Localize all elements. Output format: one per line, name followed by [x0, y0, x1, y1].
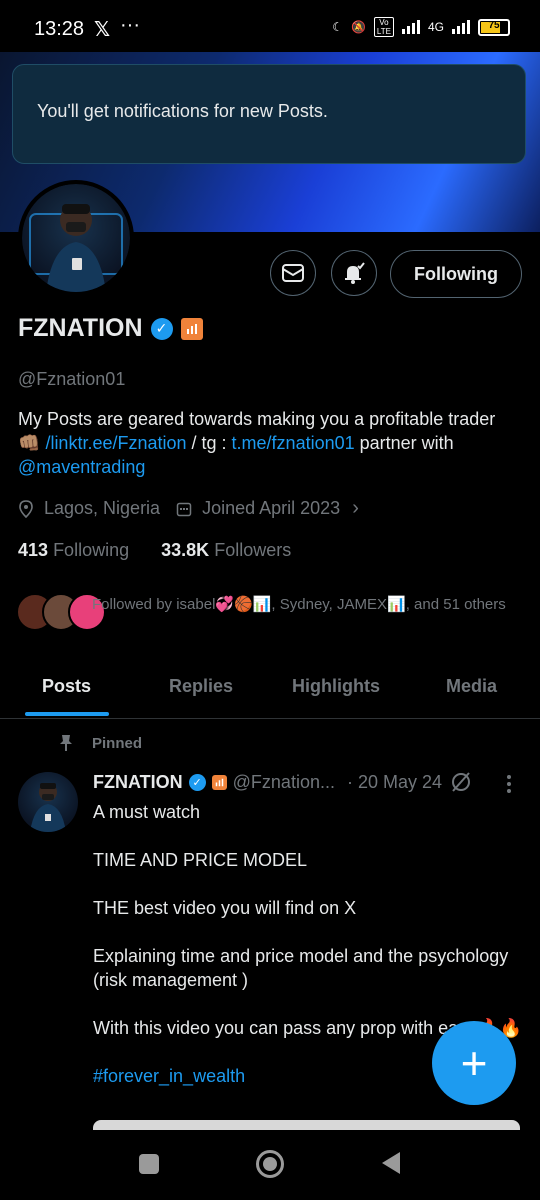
grok-icon[interactable]: [449, 770, 473, 794]
avatar-illustration: [29, 204, 123, 292]
tab-highlights[interactable]: Highlights: [292, 676, 380, 697]
profile-name: FZNATION: [18, 314, 143, 342]
recents-button[interactable]: [139, 1154, 159, 1174]
status-icons: ☾ 🔕 Vo LTE 4G 75: [332, 17, 510, 37]
profile-tabs: Posts Replies Highlights Media: [0, 664, 540, 719]
notification-toast: You'll get notifications for new Posts.: [12, 64, 526, 164]
more-options-icon[interactable]: [506, 774, 512, 794]
notifications-button[interactable]: [331, 250, 377, 296]
toast-message: You'll get notifications for new Posts.: [37, 101, 328, 121]
battery-level: 75: [488, 19, 500, 31]
signal-icon-2: [452, 20, 470, 34]
pinned-label-row: Pinned: [58, 734, 142, 752]
compose-post-button[interactable]: +: [432, 1021, 516, 1105]
more-notifications-icon: ···: [120, 14, 140, 36]
followers-count-link[interactable]: 33.8K Followers: [161, 540, 291, 560]
moon-icon: ☾: [332, 20, 343, 34]
plus-icon: +: [460, 1037, 488, 1089]
calendar-icon: [176, 502, 192, 516]
post-line: A must watch: [93, 802, 201, 822]
post-date: · 20 May 24: [346, 772, 443, 792]
status-time: 13:28: [34, 18, 85, 40]
active-tab-indicator: [25, 712, 109, 716]
post-media-thumbnail[interactable]: [93, 1120, 520, 1130]
profile-name-row: FZNATION ✓: [18, 314, 203, 343]
follow-counts: 413 Following 33.8K Followers: [18, 540, 291, 561]
followers-count: 33.8K: [161, 540, 210, 560]
affiliate-badge-icon[interactable]: [180, 317, 203, 340]
bio-link-linktree[interactable]: /linktr.ee/Fznation: [45, 433, 186, 453]
tab-posts[interactable]: Posts: [42, 676, 91, 697]
pinned-label: Pinned: [92, 734, 143, 752]
profile-location: Lagos, Nigeria: [44, 498, 161, 518]
post-line: TIME AND PRICE MODEL: [93, 850, 308, 870]
home-button[interactable]: [256, 1150, 284, 1178]
x-logo-icon: 𝕏: [94, 19, 111, 41]
following-count-link[interactable]: 413 Following: [18, 540, 129, 560]
bio-text: My Posts are geared towards making you a…: [18, 409, 496, 429]
battery-icon: 75: [478, 18, 510, 36]
system-nav-bar: [0, 1130, 540, 1200]
location-pin-icon: [19, 499, 33, 518]
tab-media[interactable]: Media: [446, 676, 497, 697]
followed-by-avatars[interactable]: [16, 593, 106, 631]
followed-by-text[interactable]: Followed by isabel💞🏀📊, Sydney, JAMEX📊, a…: [92, 594, 512, 616]
following-button[interactable]: Following: [390, 250, 522, 298]
profile-avatar[interactable]: [18, 180, 134, 296]
tab-replies[interactable]: Replies: [169, 676, 233, 697]
chevron-right-icon[interactable]: ›: [352, 497, 359, 520]
post-line: Explaining time and price model and the …: [93, 946, 509, 990]
bio-link-telegram[interactable]: t.me/fznation01: [232, 433, 355, 453]
mute-icon: 🔕: [350, 20, 366, 34]
post-author-handle: @Fznation...: [232, 772, 335, 792]
following-count: 413: [18, 540, 49, 560]
profile-bio: My Posts are geared towards making you a…: [18, 407, 518, 479]
post-author-avatar[interactable]: [18, 772, 78, 832]
post-line: THE best video you will find on X: [93, 898, 357, 918]
affiliate-badge-icon: [211, 775, 227, 790]
post-header: FZNATION ✓ @Fznation... · 20 May 24: [93, 772, 442, 793]
bio-separator: / tg :: [186, 433, 232, 453]
signal-icon: [401, 20, 420, 34]
profile-joined: Joined April 2023: [202, 498, 341, 518]
bio-emoji: 👊🏽: [18, 433, 41, 453]
back-button[interactable]: [382, 1152, 400, 1174]
message-button[interactable]: [270, 250, 316, 296]
profile-meta: Lagos, Nigeria Joined April 2023 ›: [18, 497, 359, 520]
bell-check-icon: [345, 262, 365, 284]
post-author-name[interactable]: FZNATION: [93, 772, 183, 793]
bio-mention[interactable]: @maventrading: [18, 457, 145, 477]
envelope-icon: [282, 264, 304, 282]
pin-icon: [60, 735, 72, 751]
verified-badge-icon: ✓: [188, 774, 206, 791]
bio-text-partner: partner with: [354, 433, 454, 453]
volte-icon: Vo LTE: [373, 17, 394, 37]
profile-handle: @Fznation01: [18, 369, 126, 389]
following-label: Following: [53, 540, 130, 560]
verified-badge-icon[interactable]: ✓: [150, 317, 173, 340]
followers-label: Followers: [214, 540, 292, 560]
status-bar: 13:28 𝕏 ··· ☾ 🔕 Vo LTE 4G 75: [0, 0, 540, 52]
network-type: 4G: [427, 20, 444, 34]
